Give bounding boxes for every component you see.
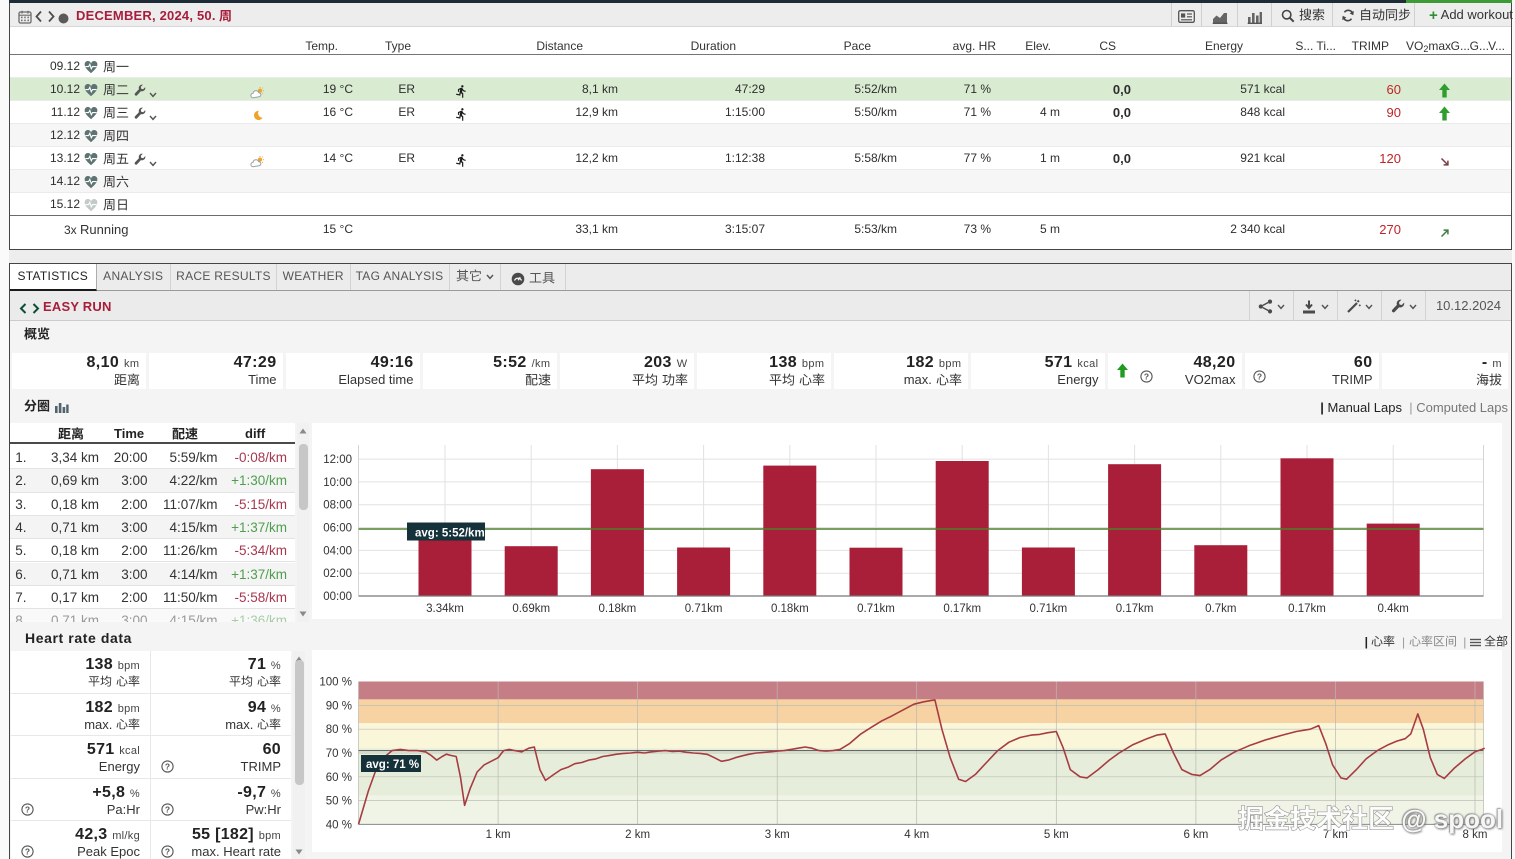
svg-text:50 %: 50 % — [326, 796, 352, 808]
svg-text:00:00: 00:00 — [323, 591, 352, 603]
svg-text:40 %: 40 % — [326, 819, 352, 831]
svg-text:?: ? — [25, 847, 30, 857]
svg-text:06:00: 06:00 — [323, 523, 352, 535]
svg-text:0.17km: 0.17km — [943, 603, 981, 615]
svg-text:avg: 5:52/km: avg: 5:52/km — [415, 528, 485, 540]
svg-text:0.7km: 0.7km — [1205, 603, 1236, 615]
svg-text:5 km: 5 km — [1044, 829, 1069, 841]
svg-text:0.17km: 0.17km — [1116, 603, 1154, 615]
svg-text:4 km: 4 km — [904, 829, 929, 841]
svg-text:3 km: 3 km — [765, 829, 790, 841]
svg-text:?: ? — [1257, 372, 1262, 382]
svg-text:?: ? — [165, 847, 170, 857]
svg-text:04:00: 04:00 — [323, 545, 352, 557]
svg-text:0.71km: 0.71km — [1030, 603, 1068, 615]
svg-text:1 km: 1 km — [486, 829, 511, 841]
svg-text:12:00: 12:00 — [323, 454, 352, 466]
svg-text:0.18km: 0.18km — [771, 603, 809, 615]
svg-text:avg: 71 %: avg: 71 % — [366, 759, 419, 771]
svg-text:08:00: 08:00 — [323, 500, 352, 512]
svg-text:?: ? — [25, 804, 30, 814]
svg-text:?: ? — [165, 762, 170, 772]
svg-text:0.71km: 0.71km — [685, 603, 723, 615]
svg-text:?: ? — [165, 804, 170, 814]
svg-text:02:00: 02:00 — [323, 568, 352, 580]
svg-text:0.69km: 0.69km — [512, 603, 550, 615]
svg-text:6 km: 6 km — [1183, 829, 1208, 841]
svg-text:70 %: 70 % — [326, 748, 352, 760]
svg-text:90 %: 90 % — [326, 700, 352, 712]
svg-text:10:00: 10:00 — [323, 477, 352, 489]
svg-text:0.4km: 0.4km — [1378, 603, 1409, 615]
svg-text:0.18km: 0.18km — [599, 603, 637, 615]
svg-text:80 %: 80 % — [326, 724, 352, 736]
svg-text:0.17km: 0.17km — [1288, 603, 1326, 615]
svg-text:60 %: 60 % — [326, 772, 352, 784]
svg-text:100 %: 100 % — [319, 677, 352, 689]
svg-text:?: ? — [1144, 372, 1149, 382]
svg-text:2 km: 2 km — [625, 829, 650, 841]
svg-text:0.71km: 0.71km — [857, 603, 895, 615]
svg-text:3.34km: 3.34km — [426, 603, 464, 615]
